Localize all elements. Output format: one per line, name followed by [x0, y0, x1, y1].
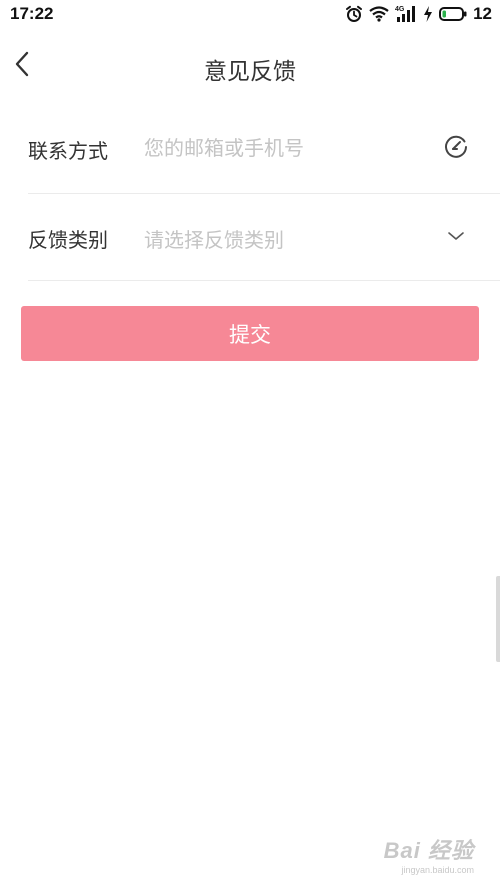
signal-4g-icon: 4G [395, 5, 417, 23]
chevron-down-icon[interactable] [442, 222, 470, 250]
svg-text:4G: 4G [395, 6, 405, 13]
battery-level: 12 [473, 4, 492, 23]
submit-button[interactable]: 提交 [21, 306, 479, 361]
page-title: 意见反馈 [204, 59, 296, 85]
watermark-url: jingyan.baidu.com [401, 865, 474, 875]
category-select[interactable]: 反馈类别 请选择反馈类别 [28, 194, 500, 281]
contact-input[interactable] [144, 133, 414, 163]
battery-icon [439, 6, 467, 22]
scroll-handle[interactable] [496, 576, 500, 662]
category-label: 反馈类别 [28, 228, 108, 252]
watermark: Bai 经验 jingyan.baidu.com [384, 833, 474, 875]
contact-row: 联系方式 [28, 105, 500, 194]
status-bar: 17:22 4G 12 [0, 0, 500, 30]
contact-label: 联系方式 [28, 139, 108, 163]
status-time: 17:22 [10, 4, 54, 23]
charging-icon [423, 6, 433, 22]
wifi-icon [369, 6, 389, 22]
status-icons: 4G 12 [345, 4, 492, 24]
edit-icon[interactable] [442, 133, 470, 161]
alarm-icon [345, 5, 363, 23]
watermark-logo: Bai 经验 [383, 838, 474, 863]
page-header: 意见反馈 [0, 38, 500, 98]
category-placeholder: 请选择反馈类别 [144, 228, 284, 252]
